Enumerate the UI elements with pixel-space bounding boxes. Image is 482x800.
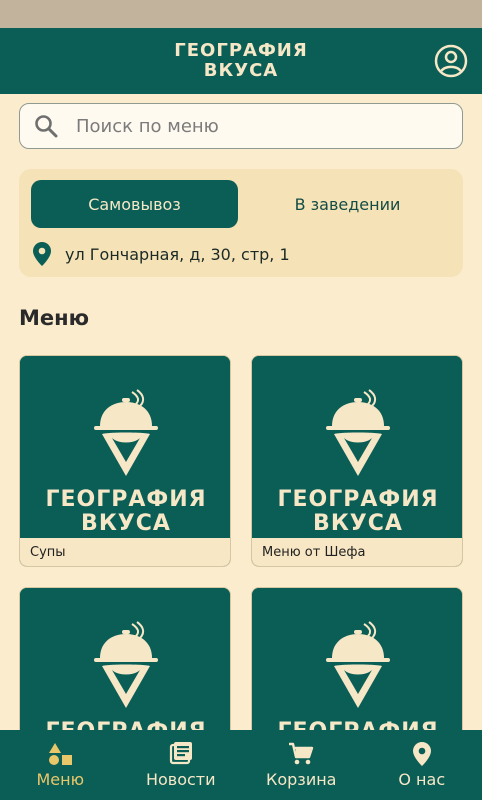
nav-about-label: О нас <box>398 769 446 789</box>
search-field[interactable] <box>19 103 463 149</box>
tile-brand-line2: ВКУСА <box>313 511 403 536</box>
menu-section-title: Меню <box>19 306 90 330</box>
tile-brand-text: ГЕОГРАФИЯ ВКУСА <box>252 487 462 536</box>
search-icon <box>35 115 58 138</box>
pickup-tab[interactable]: Самовывоз <box>31 180 238 228</box>
newspaper-icon <box>169 741 192 764</box>
location-pin-icon <box>412 741 431 766</box>
account-icon <box>434 44 468 78</box>
cloche-logo-icon <box>94 621 158 708</box>
app-title-line2: ВКУСА <box>203 60 279 81</box>
app-title-line1: ГЕОГРАФИЯ <box>174 40 308 61</box>
nav-menu[interactable]: Меню <box>0 730 121 800</box>
app-bar: ГЕОГРАФИЯ ВКУСА <box>0 28 482 94</box>
cart-icon <box>289 742 314 764</box>
tile-brand-line1: ГЕОГРАФИЯ <box>277 487 439 512</box>
nav-cart[interactable]: Корзина <box>241 730 362 800</box>
nav-about[interactable]: О нас <box>362 730 482 800</box>
order-mode-toggle: Самовывоз В заведении <box>31 180 451 228</box>
search-input[interactable] <box>76 115 416 137</box>
app-title: ГЕОГРАФИЯ ВКУСА <box>174 41 307 81</box>
category-tile[interactable]: ГЕОГРАФИЯ ВКУСА Меню от Шефа <box>251 355 463 567</box>
address-text: ул Гончарная, д, 30, стр, 1 <box>65 244 290 264</box>
shapes-icon <box>49 742 73 765</box>
address-row[interactable]: ул Гончарная, д, 30, стр, 1 <box>33 242 290 266</box>
status-bar <box>0 0 482 28</box>
tile-brand-line2: ВКУСА <box>81 511 171 536</box>
category-image: ГЕОГРАФИЯ ВКУСА <box>20 356 230 540</box>
category-label: Супы <box>20 538 230 566</box>
cloche-logo-icon <box>326 621 390 708</box>
profile-button[interactable] <box>434 44 468 78</box>
cloche-logo-icon <box>94 389 158 476</box>
nav-news-label: Новости <box>145 769 216 789</box>
category-label: Меню от Шефа <box>252 538 462 566</box>
nav-cart-label: Корзина <box>266 769 337 789</box>
dine-in-tab[interactable]: В заведении <box>244 180 451 228</box>
order-mode-card: Самовывоз В заведении ул Гончарная, д, 3… <box>19 169 463 277</box>
cloche-logo-icon <box>326 389 390 476</box>
category-tile[interactable]: ГЕОГРАФИЯ ВКУСА Супы <box>19 355 231 567</box>
location-pin-icon <box>33 242 51 266</box>
tile-brand-line1: ГЕОГРАФИЯ <box>45 487 207 512</box>
nav-news[interactable]: Новости <box>121 730 242 800</box>
category-image: ГЕОГРАФИЯ ВКУСА <box>252 356 462 540</box>
bottom-navigation: Меню Новости Корзина О нас <box>0 730 482 800</box>
tile-brand-text: ГЕОГРАФИЯ ВКУСА <box>20 487 230 536</box>
nav-menu-label: Меню <box>36 769 85 789</box>
